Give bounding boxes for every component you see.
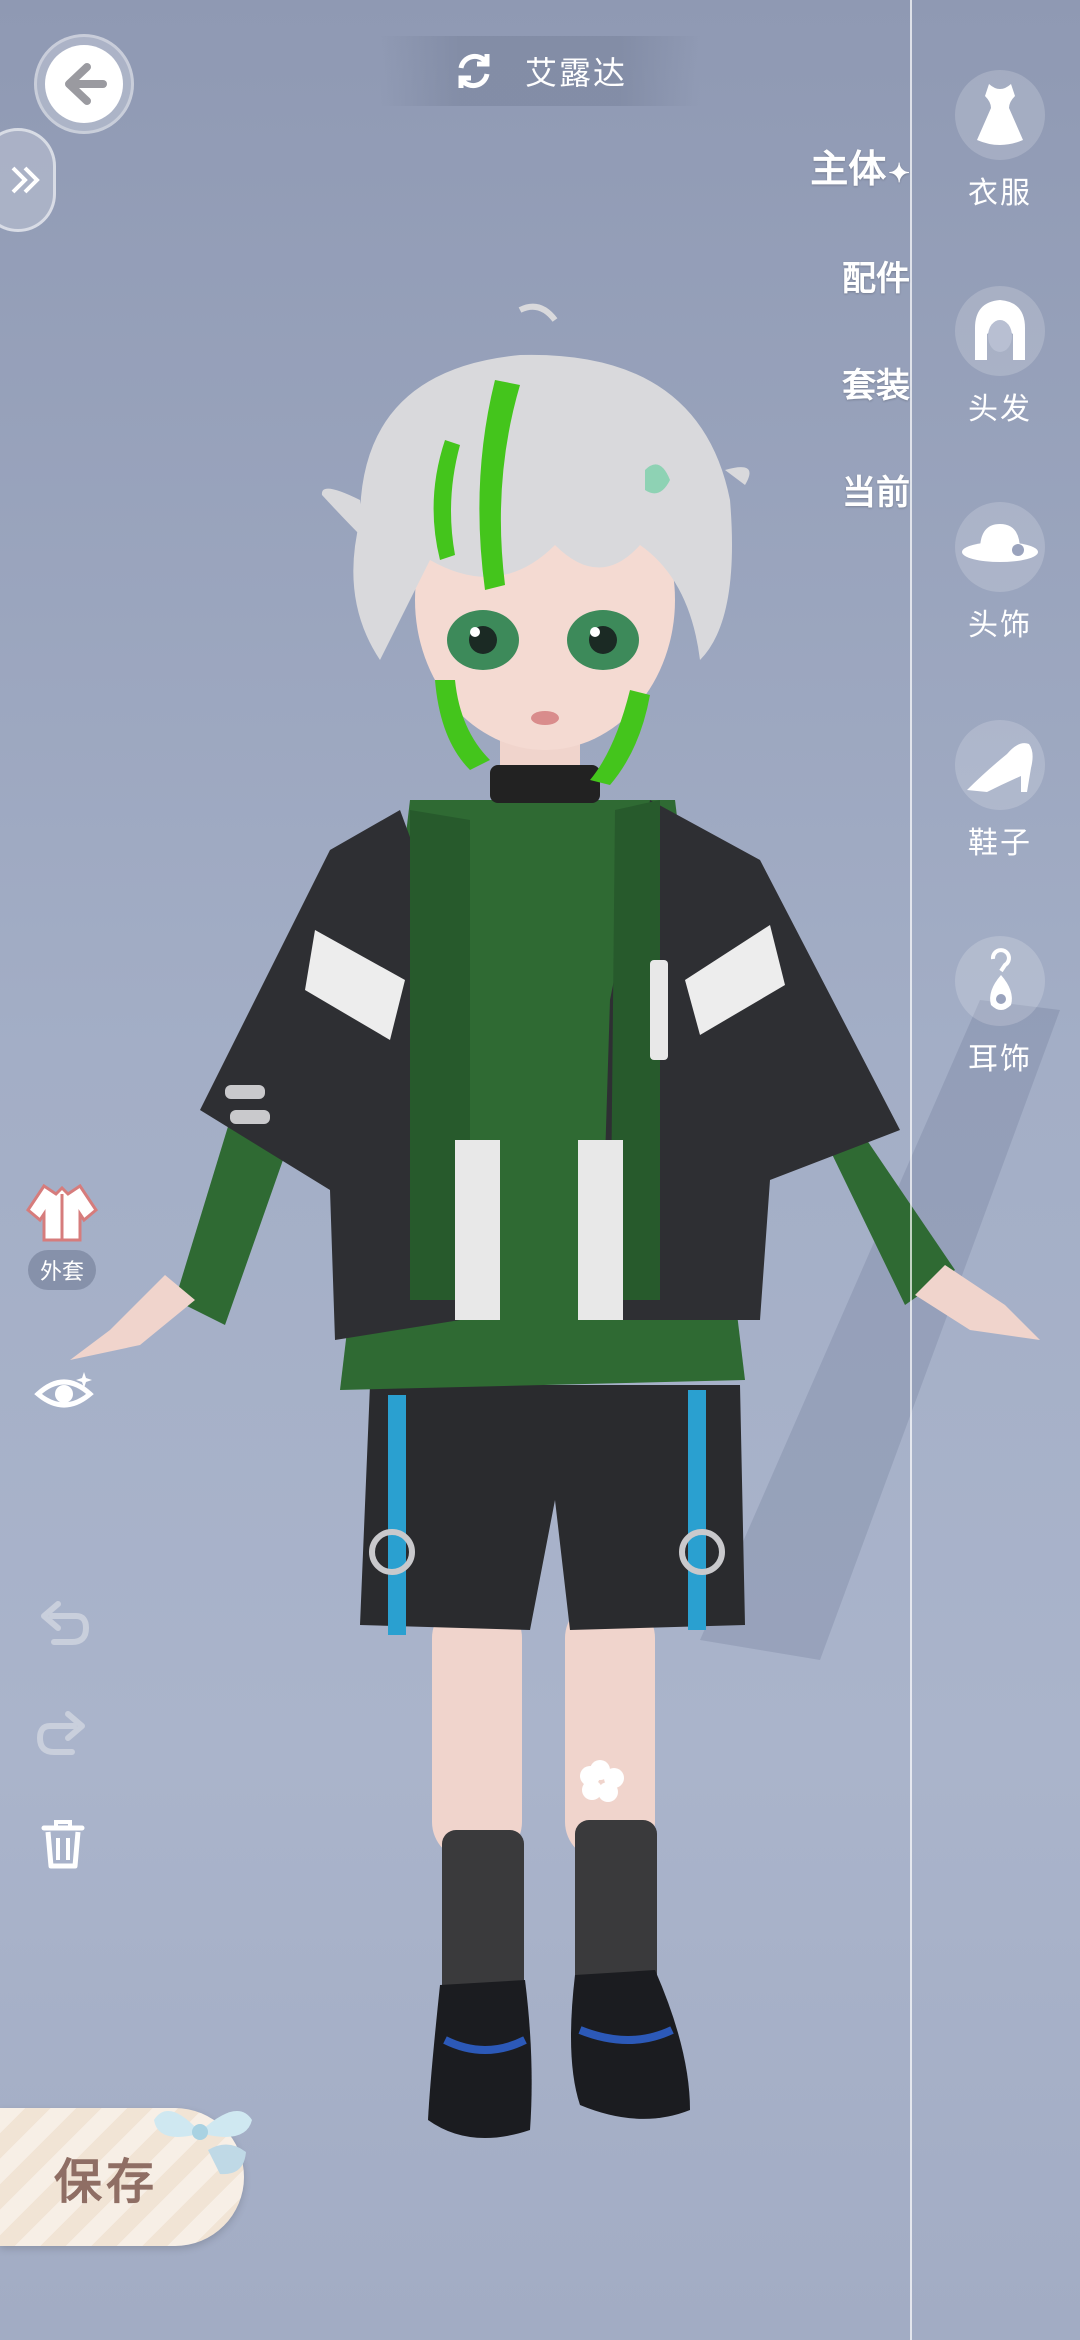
double-chevron-right-icon <box>11 166 40 194</box>
tab-outfits[interactable]: 套装 <box>842 358 910 407</box>
slot-label: 耳饰 <box>968 1042 1032 1077</box>
eye-sparkle-icon <box>34 1372 94 1408</box>
undo-icon <box>41 1601 90 1645</box>
slot-label: 头饰 <box>968 608 1032 643</box>
back-button[interactable] <box>34 34 134 134</box>
outerwear-toggle[interactable]: 外套 <box>22 1180 102 1290</box>
slot-label: 头发 <box>968 392 1032 427</box>
delete-button[interactable] <box>40 1818 86 1870</box>
tab-current[interactable]: 当前 <box>842 465 910 514</box>
slot-label: 衣服 <box>968 176 1032 211</box>
save-label: 保存 <box>54 2154 159 2210</box>
tab-main-body[interactable]: 主体✦ <box>810 138 910 193</box>
tab-label: 当前 <box>842 473 910 513</box>
trash-icon <box>41 1820 85 1869</box>
slot-headwear[interactable]: 头饰 <box>930 502 1070 644</box>
tab-label: 配件 <box>842 259 910 299</box>
slot-label: 鞋子 <box>968 826 1032 861</box>
panel-divider <box>910 0 912 2340</box>
outerwear-label: 外套 <box>27 1250 96 1290</box>
slot-clothes[interactable]: 衣服 <box>930 70 1070 212</box>
active-sparkle-icon: ✦ <box>888 159 910 189</box>
bow-decoration-icon <box>154 2111 252 2175</box>
tab-label: 主体 <box>810 146 887 191</box>
tab-accessories[interactable]: 配件 <box>842 251 910 300</box>
hat-icon <box>962 524 1038 562</box>
back-arrow-icon <box>65 63 107 105</box>
high-heel-icon <box>967 743 1033 792</box>
character-name: 艾露达 <box>524 54 627 92</box>
slot-shoes[interactable]: 鞋子 <box>930 720 1070 862</box>
jacket-icon <box>26 1183 98 1242</box>
category-tabs: 主体✦ 配件 套装 当前 <box>810 138 910 514</box>
expand-panel-button[interactable] <box>0 128 56 232</box>
visibility-toggle[interactable] <box>34 1366 94 1418</box>
dress-icon <box>977 84 1023 145</box>
slot-earrings[interactable]: 耳饰 <box>930 936 1070 1078</box>
redo-button[interactable] <box>36 1708 90 1758</box>
character-model[interactable] <box>0 0 1080 2340</box>
hair-icon <box>975 300 1025 360</box>
earring-icon <box>990 948 1012 1010</box>
redo-icon <box>36 1711 85 1755</box>
undo-button[interactable] <box>36 1598 90 1648</box>
slot-hair[interactable]: 头发 <box>930 286 1070 428</box>
refresh-swap-icon[interactable] <box>453 50 495 92</box>
dressup-screen: 艾露达 主体✦ 配件 套装 当前 衣服 头发 头饰 鞋子 耳饰 外套 保存 <box>0 0 1080 2340</box>
character-title-bar[interactable]: 艾露达 <box>380 36 700 106</box>
tab-label: 套装 <box>842 366 910 406</box>
